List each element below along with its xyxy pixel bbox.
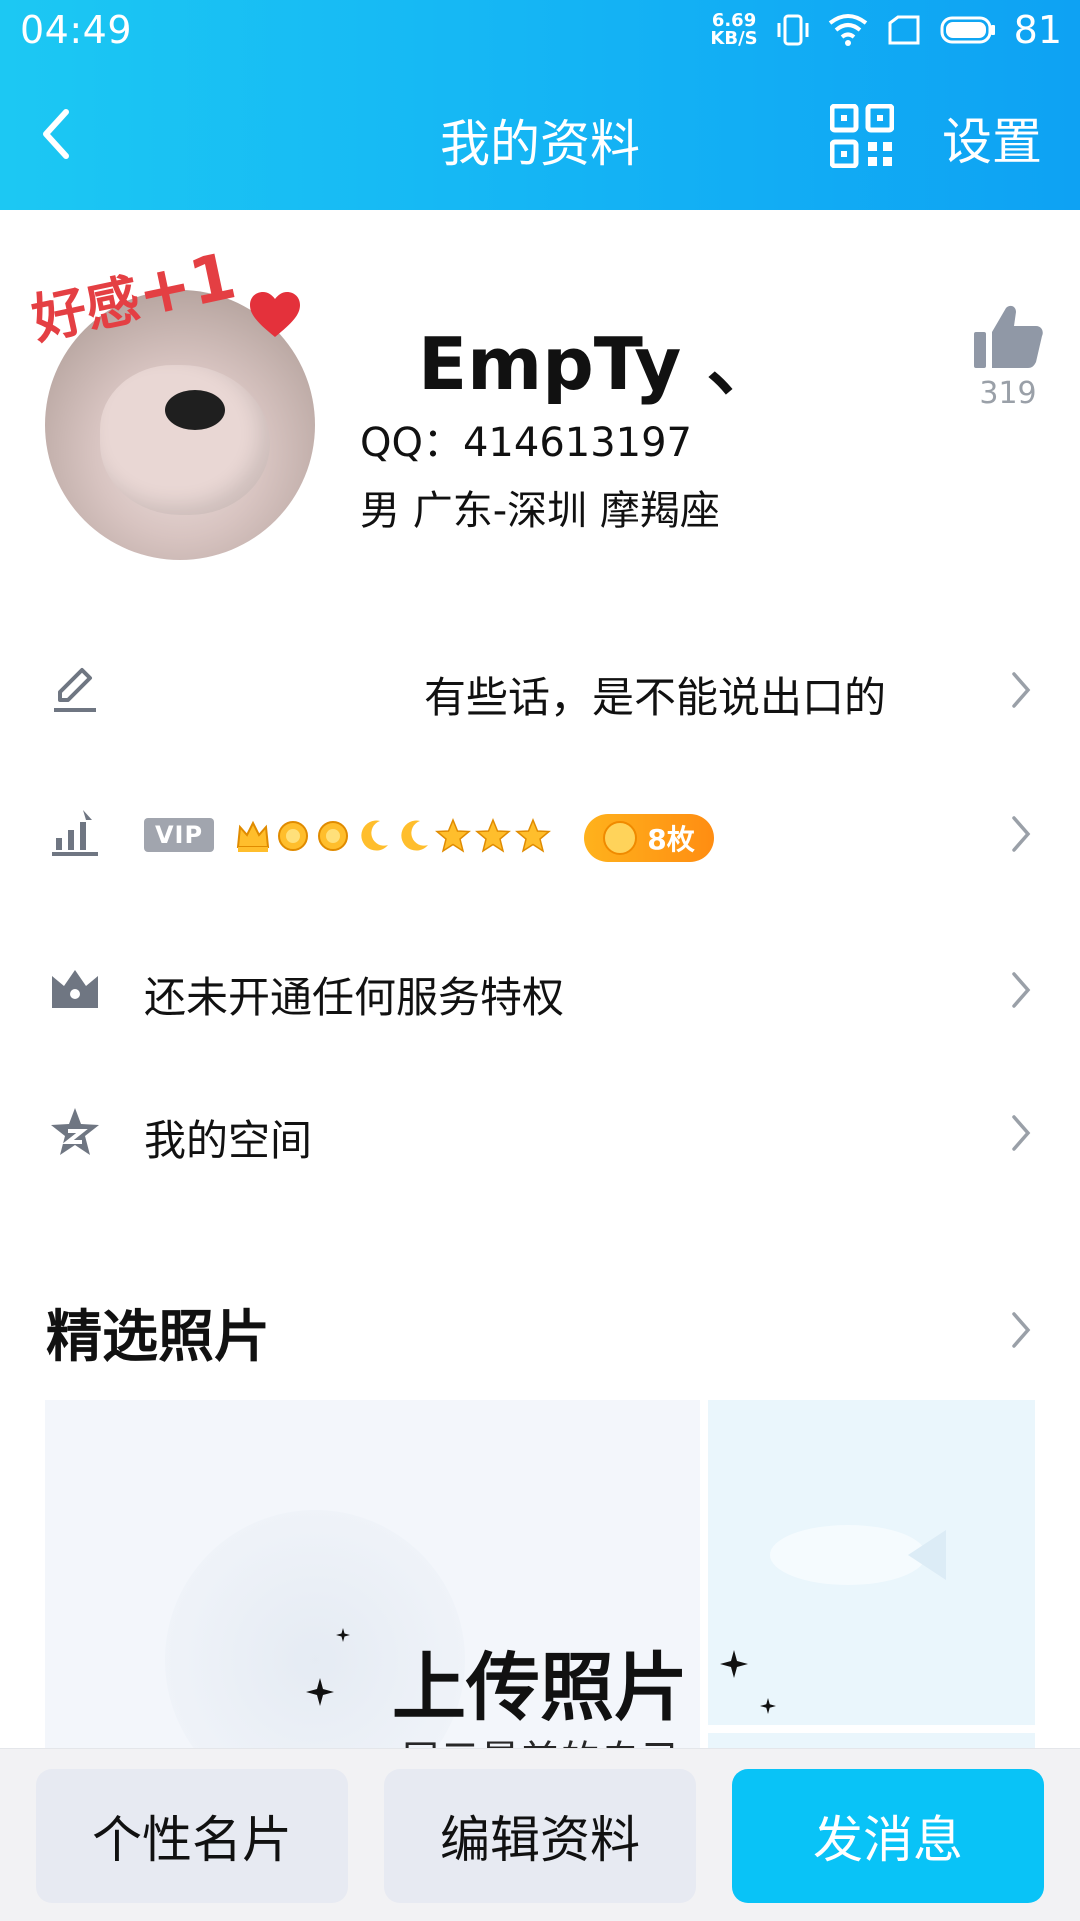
signature-row[interactable]: 有些话，是不能说出口的 bbox=[0, 634, 1080, 754]
chevron-right-icon bbox=[1012, 1115, 1031, 1151]
send-message-button[interactable]: 发消息 bbox=[732, 1769, 1044, 1903]
vip-badge: VIP bbox=[144, 818, 214, 852]
battery-icon bbox=[940, 16, 995, 44]
upload-photo-title[interactable]: 上传照片 bbox=[0, 1628, 1080, 1735]
qzone-star-icon bbox=[51, 1108, 99, 1155]
my-space-label: 我的空间 bbox=[144, 1116, 313, 1165]
wifi-icon bbox=[828, 14, 867, 46]
medal-icon bbox=[603, 821, 638, 855]
privilege-row[interactable]: 还未开通任何服务特权 bbox=[0, 934, 1080, 1054]
heart-icon bbox=[250, 292, 300, 337]
star-icon bbox=[515, 818, 551, 853]
star-icon bbox=[435, 818, 471, 853]
avatar-dog bbox=[100, 365, 270, 515]
medal-count-badge[interactable]: 8枚 bbox=[584, 814, 714, 862]
header: 04:49 6.69 KB/S 81 我的资料 设置 bbox=[0, 0, 1080, 210]
avatar[interactable]: 好感+1 bbox=[27, 239, 330, 585]
sim-icon bbox=[888, 15, 920, 45]
sun-icon bbox=[278, 821, 308, 851]
app-bar: 我的资料 设置 bbox=[0, 60, 1080, 210]
status-time: 04:49 bbox=[20, 8, 133, 52]
bottom-action-bar: 个性名片 编辑资料 发消息 bbox=[0, 1748, 1080, 1921]
profile-info: 男 广东-深圳 摩羯座 bbox=[360, 488, 720, 534]
settings-button[interactable]: 设置 bbox=[942, 102, 1042, 174]
moon-icon bbox=[401, 820, 428, 851]
level-up-icon bbox=[52, 810, 98, 856]
vibrate-icon bbox=[777, 14, 809, 46]
qq-number: QQ：414613197 bbox=[360, 420, 693, 466]
level-icons bbox=[234, 808, 552, 864]
profile-card-button[interactable]: 个性名片 bbox=[36, 1769, 348, 1903]
section-title: 精选照片 bbox=[46, 1305, 270, 1370]
level-row[interactable]: VIP 8枚 bbox=[0, 778, 1080, 898]
chevron-right-icon bbox=[1012, 816, 1031, 852]
avatar-dog-patch bbox=[165, 390, 225, 430]
network-speed: 6.69 KB/S bbox=[710, 12, 757, 48]
profile-name: EmpTy 、 bbox=[418, 322, 779, 406]
battery-level: 81 bbox=[1013, 8, 1062, 52]
fish-decoration-icon bbox=[770, 1525, 946, 1585]
chevron-right-icon bbox=[1012, 972, 1031, 1008]
status-right: 6.69 KB/S 81 bbox=[710, 8, 1062, 52]
chevron-right-icon[interactable] bbox=[1010, 1310, 1032, 1350]
edit-profile-button[interactable]: 编辑资料 bbox=[384, 1769, 696, 1903]
star-icon bbox=[475, 818, 511, 853]
page-title: 我的资料 bbox=[440, 115, 640, 173]
moon-icon bbox=[361, 820, 388, 851]
privilege-text: 还未开通任何服务特权 bbox=[144, 973, 565, 1022]
chevron-right-icon bbox=[1012, 672, 1031, 708]
my-space-row[interactable]: 我的空间 bbox=[0, 1077, 1080, 1197]
qr-code-icon[interactable] bbox=[830, 104, 894, 168]
status-bar: 04:49 6.69 KB/S 81 bbox=[0, 0, 1080, 60]
edit-icon bbox=[54, 668, 96, 712]
crown-service-icon bbox=[52, 970, 98, 1008]
network-speed-unit: KB/S bbox=[710, 28, 758, 49]
crown-icon bbox=[236, 820, 270, 852]
sun-icon bbox=[318, 821, 348, 851]
thumbs-up-icon[interactable] bbox=[970, 300, 1046, 376]
signature-text: 有些话，是不能说出口的 bbox=[424, 673, 887, 722]
like-count: 319 bbox=[979, 376, 1037, 411]
medal-count: 8枚 bbox=[647, 823, 695, 856]
